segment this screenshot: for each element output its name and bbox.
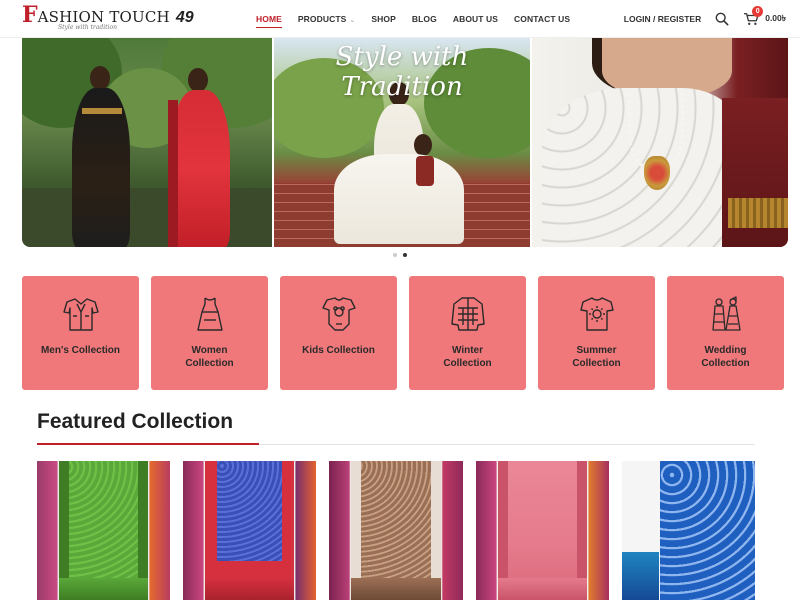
main-nav: HOME PRODUCTS ⌄ SHOP BLOG ABOUT US CONTAC… bbox=[256, 0, 586, 38]
product-card-blue-print-saree[interactable] bbox=[621, 461, 756, 600]
cart-count-badge: 0 bbox=[752, 6, 764, 17]
cart-total: 0.00৳ bbox=[765, 13, 786, 23]
product-card-green-saree[interactable] bbox=[37, 461, 171, 600]
category-winter[interactable]: Winter Collection bbox=[409, 276, 526, 390]
summer-shirt-icon bbox=[579, 297, 614, 331]
login-register-link[interactable]: LOGIN / REGISTER bbox=[624, 14, 701, 24]
nav-home[interactable]: HOME bbox=[256, 14, 282, 28]
category-label: Wedding Collection bbox=[701, 345, 750, 369]
nav-contact-us[interactable]: CONTACT US bbox=[514, 14, 570, 24]
nav-products-label: PRODUCTS bbox=[297, 14, 347, 24]
category-women[interactable]: Women Collection bbox=[151, 276, 268, 390]
nav-products[interactable]: PRODUCTS ⌄ bbox=[298, 14, 355, 24]
hero-slider[interactable]: Style with Tradition bbox=[22, 38, 788, 247]
nav-about-us[interactable]: ABOUT US bbox=[453, 14, 498, 24]
kids-romper-icon bbox=[321, 297, 356, 331]
men-clothing-icon bbox=[62, 298, 99, 331]
site-logo[interactable]: F ASHION TOUCH 49 Style with tradition bbox=[22, 4, 194, 32]
slider-dot-2[interactable] bbox=[403, 253, 407, 257]
slider-dot-1[interactable] bbox=[393, 253, 397, 257]
cart-button[interactable]: 0 0.00৳ bbox=[743, 6, 786, 26]
featured-products bbox=[37, 461, 756, 600]
logo-tagline: Style with tradition bbox=[58, 24, 117, 31]
site-header: F ASHION TOUCH 49 Style with tradition H… bbox=[0, 0, 800, 38]
winter-jacket-icon bbox=[450, 297, 485, 331]
product-card-brown-saree[interactable] bbox=[329, 461, 463, 600]
hero-image-couple: Style with Tradition bbox=[274, 38, 530, 247]
category-label: Kids Collection bbox=[302, 345, 375, 356]
category-label: Summer Collection bbox=[572, 345, 621, 369]
category-label: Women Collection bbox=[185, 345, 234, 369]
logo-number: 49 bbox=[175, 9, 194, 26]
category-kids[interactable]: Kids Collection bbox=[280, 276, 397, 390]
category-men[interactable]: Men's Collection bbox=[22, 276, 139, 390]
product-card-pink-saree[interactable] bbox=[475, 461, 609, 600]
category-label: Winter Collection bbox=[443, 345, 492, 369]
search-icon[interactable] bbox=[715, 12, 729, 26]
category-wedding[interactable]: Wedding Collection bbox=[667, 276, 784, 390]
nav-shop[interactable]: SHOP bbox=[371, 14, 396, 24]
hero-image-women-sarees bbox=[22, 38, 272, 247]
category-grid: Men's Collection Women Collection Kids C… bbox=[22, 276, 788, 390]
title-underline bbox=[37, 443, 259, 445]
featured-collection-title: Featured Collection bbox=[37, 410, 234, 433]
category-summer[interactable]: Summer Collection bbox=[538, 276, 655, 390]
header-actions: LOGIN / REGISTER 0 0.00৳ bbox=[624, 0, 786, 38]
wedding-couple-icon bbox=[711, 296, 741, 331]
hero-title: Style with Tradition bbox=[335, 42, 469, 102]
hero-image-bridal-closeup bbox=[532, 38, 788, 247]
logo-initial: F bbox=[22, 2, 38, 28]
chevron-down-icon: ⌄ bbox=[349, 17, 356, 24]
nav-blog[interactable]: BLOG bbox=[412, 14, 437, 24]
category-label: Men's Collection bbox=[40, 345, 121, 356]
women-dress-icon bbox=[196, 297, 223, 331]
slider-dots bbox=[0, 253, 800, 257]
product-card-blue-red-saree[interactable] bbox=[183, 461, 317, 600]
